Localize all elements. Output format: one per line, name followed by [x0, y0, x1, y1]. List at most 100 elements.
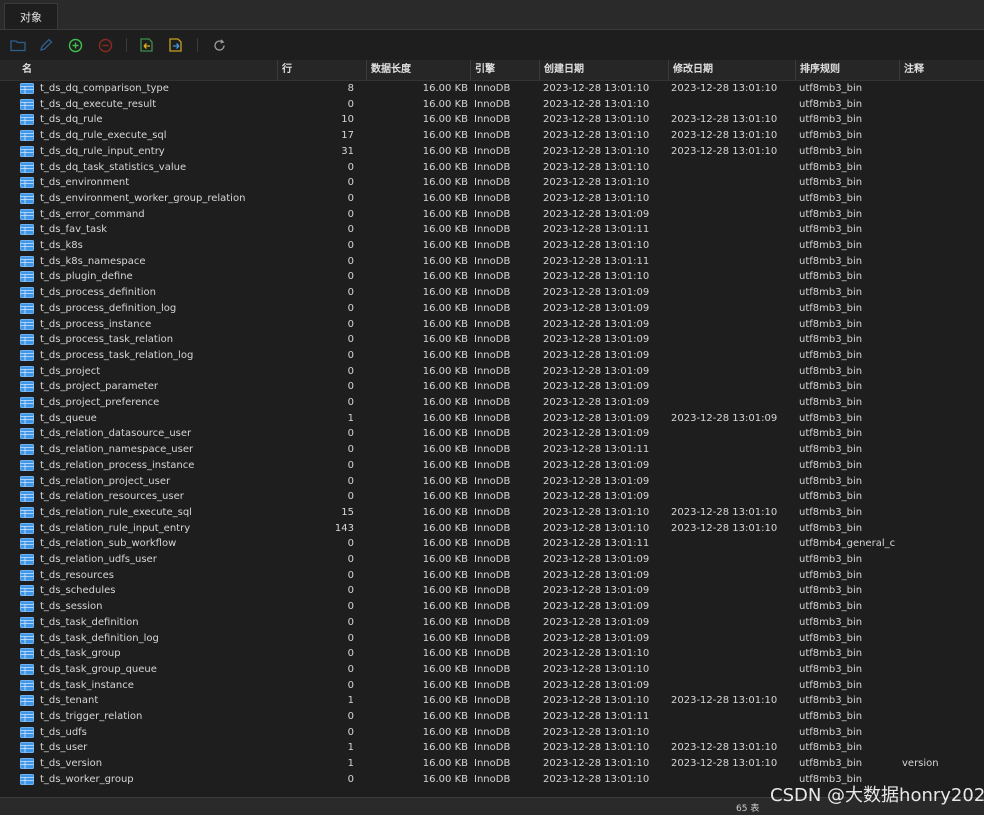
table-row[interactable]: t_ds_user 1 16.00 KB InnoDB 2023-12-28 13:01…	[0, 740, 984, 756]
folder-open-icon[interactable]	[9, 36, 27, 54]
column-header-engine[interactable]: 引擎	[470, 60, 538, 80]
table-row[interactable]: t_ds_relation_process_instance 0 16.00 KB I…	[0, 458, 984, 474]
table-row[interactable]: t_ds_task_instance 0 16.00 KB InnoDB 2023-12…	[0, 678, 984, 694]
table-row[interactable]: t_ds_process_task_relation_log 0 16.00 KB I…	[0, 348, 984, 364]
table-row[interactable]: t_ds_task_group 0 16.00 KB InnoDB 2023-12-28…	[0, 646, 984, 662]
refresh-icon[interactable]	[210, 36, 228, 54]
add-circle-icon[interactable]	[66, 36, 84, 54]
table-row[interactable]: t_ds_schedules 0 16.00 KB InnoDB 2023-12-28 …	[0, 583, 984, 599]
table-row[interactable]: t_ds_process_definition 0 16.00 KB InnoDB 20…	[0, 285, 984, 301]
table-row[interactable]: t_ds_udfs 0 16.00 KB InnoDB 2023-12-28 13:01…	[0, 725, 984, 741]
table-icon	[20, 459, 34, 471]
table-row[interactable]: t_ds_dq_rule_execute_sql 17 16.00 KB InnoDB…	[0, 128, 984, 144]
export-icon[interactable]	[167, 36, 185, 54]
cell-modified: 2023-12-28 13:01:10	[671, 742, 778, 754]
table-row[interactable]: t_ds_tenant 1 16.00 KB InnoDB 2023-12-28 13:…	[0, 693, 984, 709]
cell-data-length: 16.00 KB	[422, 428, 468, 440]
table-row[interactable]: t_ds_dq_rule 10 16.00 KB InnoDB 2023-12-28 1…	[0, 112, 984, 128]
table-row[interactable]: t_ds_k8s 0 16.00 KB InnoDB 2023-12-28 13:01:…	[0, 238, 984, 254]
table-row[interactable]: t_ds_process_instance 0 16.00 KB InnoDB 2023…	[0, 317, 984, 333]
table-row[interactable]: t_ds_queue 1 16.00 KB InnoDB 2023-12-28 13:0…	[0, 411, 984, 427]
cell-created: 2023-12-28 13:01:10	[543, 648, 650, 660]
import-icon[interactable]	[138, 36, 156, 54]
cell-data-length: 16.00 KB	[422, 98, 468, 110]
table-row[interactable]: t_ds_process_task_relation 0 16.00 KB InnoD…	[0, 332, 984, 348]
table-row[interactable]: t_ds_dq_execute_result 0 16.00 KB InnoDB 202…	[0, 97, 984, 113]
cell-rows: 0	[347, 538, 354, 550]
table-row[interactable]: t_ds_trigger_relation 0 16.00 KB InnoDB 2023…	[0, 709, 984, 725]
cell-name: t_ds_process_definition_log	[40, 302, 177, 314]
table-row[interactable]: t_ds_project_parameter 0 16.00 KB InnoDB 202…	[0, 379, 984, 395]
column-header-name[interactable]: 名	[18, 60, 276, 80]
table-row[interactable]: t_ds_project_preference 0 16.00 KB InnoDB 20…	[0, 395, 984, 411]
cell-collation: utf8mb3_bin	[799, 240, 863, 251]
cell-engine: InnoDB	[474, 742, 511, 754]
table-row[interactable]: t_ds_relation_namespace_user 0 16.00 KB Inn…	[0, 442, 984, 458]
remove-circle-icon[interactable]	[96, 36, 114, 54]
cell-rows: 0	[347, 349, 354, 361]
cell-modified: 2023-12-28 13:01:10	[671, 758, 778, 770]
table-row[interactable]: t_ds_process_definition_log 0 16.00 KB Inno…	[0, 301, 984, 317]
table-row[interactable]: t_ds_relation_datasource_user 0 16.00 KB In…	[0, 426, 984, 442]
table-row[interactable]: t_ds_plugin_define 0 16.00 KB InnoDB 2023-12…	[0, 269, 984, 285]
cell-modified	[671, 364, 793, 380]
table-row[interactable]: t_ds_relation_rule_input_entry 143 16.00 K…	[0, 521, 984, 537]
table-row[interactable]: t_ds_relation_project_user 0 16.00 KB InnoD…	[0, 474, 984, 490]
cell-collation: utf8mb3_bin	[799, 145, 863, 157]
table-row[interactable]: t_ds_fav_task 0 16.00 KB InnoDB 2023-12-28 1…	[0, 222, 984, 238]
table-row[interactable]: t_ds_resources 0 16.00 KB InnoDB 2023-12-28 …	[0, 568, 984, 584]
cell-created: 2023-12-28 13:01:10	[543, 271, 650, 283]
cell-collation: utf8mb4_general_ci	[799, 538, 895, 550]
column-header-modified[interactable]: 修改日期	[668, 60, 794, 80]
table-row[interactable]: t_ds_dq_comparison_type 8 16.00 KB InnoDB 20…	[0, 81, 984, 97]
table-row[interactable]: t_ds_relation_rule_execute_sql 15 16.00 KB…	[0, 505, 984, 521]
table-row[interactable]: t_ds_project 0 16.00 KB InnoDB 2023-12-28 13…	[0, 364, 984, 380]
table-row[interactable]: t_ds_version 1 16.00 KB InnoDB 2023-12-28 13…	[0, 756, 984, 772]
table-row[interactable]: t_ds_relation_udfs_user 0 16.00 KB InnoDB 20…	[0, 552, 984, 568]
edit-pencil-icon[interactable]	[37, 36, 55, 54]
cell-comment	[902, 442, 982, 458]
table-row[interactable]: t_ds_relation_sub_workflow 0 16.00 KB InnoD…	[0, 536, 984, 552]
table-row[interactable]: t_ds_task_group_queue 0 16.00 KB InnoDB 2023…	[0, 662, 984, 678]
table-row[interactable]: t_ds_error_command 0 16.00 KB InnoDB 2023-12…	[0, 207, 984, 223]
cell-rows: 143	[334, 522, 354, 534]
table-row[interactable]: t_ds_environment_worker_group_relation 0 1…	[0, 191, 984, 207]
table-row[interactable]: t_ds_session 0 16.00 KB InnoDB 2023-12-28 13…	[0, 599, 984, 615]
cell-created: 2023-12-28 13:01:09	[543, 397, 650, 408]
cell-created: 2023-12-28 13:01:09	[543, 349, 650, 361]
tab-objects[interactable]: 对象	[4, 3, 58, 29]
cell-modified	[671, 238, 793, 254]
column-header-comment[interactable]: 注释	[899, 60, 984, 80]
table-icon	[20, 271, 34, 283]
table-row[interactable]: t_ds_relation_resources_user 0 16.00 KB Inn…	[0, 489, 984, 505]
column-header-collation[interactable]: 排序规则	[795, 60, 898, 80]
table-row[interactable]: t_ds_dq_rule_input_entry 31 16.00 KB InnoDB…	[0, 144, 984, 160]
cell-comment	[902, 536, 982, 552]
table-row[interactable]: t_ds_environment 0 16.00 KB InnoDB 2023-12-2…	[0, 175, 984, 191]
cell-created: 2023-12-28 13:01:09	[543, 208, 650, 220]
cell-engine: InnoDB	[474, 114, 511, 126]
cell-created: 2023-12-28 13:01:10	[543, 240, 650, 251]
cell-engine: InnoDB	[474, 83, 511, 94]
table-icon	[20, 695, 34, 707]
table-icon	[20, 711, 34, 722]
table-row[interactable]: t_ds_dq_task_statistics_value 0 16.00 KB In…	[0, 160, 984, 176]
cell-rows: 17	[341, 130, 354, 142]
column-header-created[interactable]: 创建日期	[539, 60, 667, 80]
cell-rows: 10	[341, 114, 354, 126]
cell-engine: InnoDB	[474, 459, 511, 471]
table-row[interactable]: t_ds_task_definition_log 0 16.00 KB InnoDB 2…	[0, 631, 984, 647]
cell-collation: utf8mb3_bin	[799, 601, 863, 613]
cell-created: 2023-12-28 13:01:10	[543, 726, 650, 738]
cell-rows: 0	[347, 302, 354, 314]
table-row[interactable]: t_ds_k8s_namespace 0 16.00 KB InnoDB 2023-12…	[0, 254, 984, 270]
cell-rows: 15	[341, 506, 354, 518]
column-header-rows[interactable]: 行	[277, 60, 365, 80]
column-header-data-length[interactable]: 数据长度	[366, 60, 469, 80]
cell-rows: 0	[347, 161, 354, 173]
cell-rows: 0	[347, 632, 354, 644]
table-icon	[20, 412, 34, 424]
table-row[interactable]: t_ds_task_definition 0 16.00 KB InnoDB 2023-…	[0, 615, 984, 631]
cell-engine: InnoDB	[474, 679, 511, 691]
cell-collation: utf8mb3_bin	[799, 695, 863, 707]
